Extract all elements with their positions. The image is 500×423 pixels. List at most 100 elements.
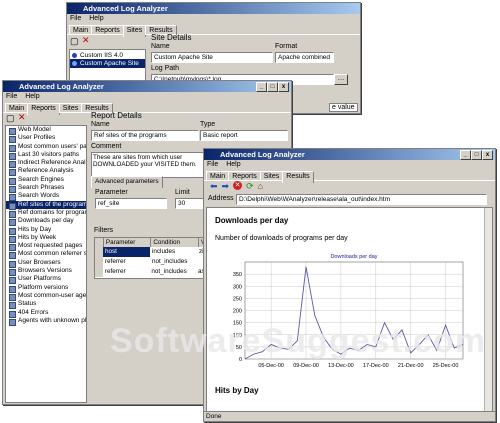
tab-strip: Main Reports Sites Results: [67, 23, 360, 37]
table-row[interactable]: referrer not_includes: [95, 257, 213, 267]
x-tick-label: 25-Dec-00: [433, 363, 459, 369]
list-item[interactable]: User Browsers: [6, 259, 86, 269]
downloads-subtitle: Number of downloads of programs per day: [215, 235, 348, 242]
tab-results[interactable]: Results: [282, 171, 314, 183]
tab-reports[interactable]: Reports: [228, 171, 261, 181]
list-item[interactable]: Indirect Reference Anal...: [6, 159, 86, 169]
menu-file[interactable]: File: [70, 15, 81, 22]
y-tick-label: 350: [233, 272, 242, 278]
list-item[interactable]: Platform versions: [6, 284, 86, 293]
list-item[interactable]: User Platforms: [6, 275, 86, 285]
scrollbar[interactable]: [484, 208, 492, 411]
title-bar[interactable]: Advanced Log Analyzer _ □ x: [3, 81, 291, 92]
home-icon[interactable]: ⌂: [258, 181, 263, 191]
watermark: SoftwareSuggest.com: [110, 322, 487, 360]
list-item[interactable]: Most common referrer sites: [6, 250, 86, 260]
report-name-input[interactable]: Ref sites of the programs: [91, 130, 199, 141]
hits-by-day-heading: Hits by Day: [215, 386, 259, 395]
menu-help[interactable]: Help: [89, 15, 103, 22]
site-name-input[interactable]: Custom Apache Site: [151, 52, 273, 63]
y-tick-label: 300: [233, 284, 242, 290]
tab-sites[interactable]: Sites: [58, 103, 83, 113]
list-item[interactable]: Hits by Day: [6, 226, 86, 235]
filters-table[interactable]: Parameter Condition Valu host includes z…: [94, 237, 214, 279]
list-item[interactable]: Agents with unknown pla...: [6, 317, 86, 327]
title-bar[interactable]: Advanced Log Analyzer _ □ x: [204, 149, 495, 160]
close-button[interactable]: x: [482, 150, 493, 160]
tab-reports[interactable]: Reports: [27, 103, 60, 115]
list-item[interactable]: Search Words: [6, 192, 86, 202]
comment-label: Comment: [91, 143, 122, 150]
refresh-icon[interactable]: ⟳: [246, 181, 254, 191]
comment-textarea[interactable]: These are sites from which user DOWNLOAD…: [91, 152, 219, 178]
add-icon[interactable]: ▢: [6, 113, 15, 124]
back-icon[interactable]: ⬅: [210, 181, 218, 191]
tab-main[interactable]: Main: [69, 25, 93, 35]
table-row[interactable]: host includes zip: [95, 247, 213, 257]
delete-icon[interactable]: ✕: [18, 112, 26, 123]
format-select[interactable]: Apache combined: [275, 52, 334, 63]
tab-strip: Main Reports Sites Results: [3, 101, 291, 115]
tab-advanced-parameters[interactable]: Advanced parameters: [91, 176, 163, 188]
minimize-button[interactable]: _: [256, 82, 267, 92]
minimize-button[interactable]: _: [460, 150, 471, 160]
list-item[interactable]: Ref sites of the programs: [6, 200, 86, 211]
list-item[interactable]: Hits by Week: [6, 234, 86, 244]
parameter-label: Parameter: [95, 189, 128, 196]
stop-icon[interactable]: ✕: [233, 181, 243, 190]
y-tick-label: 250: [233, 296, 242, 302]
forward-icon[interactable]: ➡: [222, 181, 230, 191]
table-row[interactable]: referrer not_includes aside: [95, 267, 213, 277]
add-icon[interactable]: ▢: [70, 36, 79, 47]
address-label: Address: [208, 195, 234, 202]
parameter-select[interactable]: ref_site: [95, 198, 167, 209]
type-label: Type: [200, 121, 216, 128]
close-button[interactable]: x: [278, 82, 289, 92]
list-item[interactable]: Reference Analysis: [6, 167, 86, 177]
tab-reports[interactable]: Reports: [91, 25, 124, 35]
menu-bar: File Help: [204, 160, 495, 169]
y-tick-label: 200: [233, 309, 242, 315]
col-parameter[interactable]: Parameter: [104, 238, 152, 247]
list-item[interactable]: Most common-user agents: [6, 292, 86, 302]
title-bar[interactable]: Advanced Log Analyzer: [67, 3, 360, 14]
results-window: Advanced Log Analyzer _ □ x File Help Ma…: [203, 148, 496, 422]
list-item[interactable]: Search Phrases: [6, 184, 86, 194]
format-label: Format: [275, 43, 298, 50]
list-item[interactable]: Most requested pages: [6, 242, 86, 252]
address-bar[interactable]: D:\Delphi\Web\WAnalyzer\release\ala_out\…: [236, 194, 487, 205]
tab-main[interactable]: Main: [206, 171, 230, 181]
name-label: Name: [91, 121, 110, 128]
list-item[interactable]: Last 30 visitors paths: [6, 151, 86, 161]
report-details-title: Report Details: [91, 111, 142, 120]
list-item[interactable]: 404 Errors: [6, 309, 86, 318]
maximize-button[interactable]: □: [471, 150, 482, 160]
maximize-button[interactable]: □: [267, 82, 278, 92]
x-tick-label: 17-Dec-00: [363, 363, 389, 369]
tab-sites[interactable]: Sites: [122, 25, 147, 37]
delete-icon[interactable]: ✕: [82, 35, 90, 46]
menu-file[interactable]: File: [207, 161, 218, 168]
report-list[interactable]: Web Model User Profiles Most common users'…: [5, 125, 87, 403]
menu-help[interactable]: Help: [226, 161, 240, 168]
list-item[interactable]: Downloads per day: [6, 217, 86, 227]
list-item[interactable]: Search Engines: [6, 176, 86, 186]
site-item[interactable]: Custom Apache Site: [70, 59, 145, 68]
list-item[interactable]: Web Model: [6, 126, 86, 136]
window-title: Advanced Log Analyzer: [220, 150, 305, 159]
list-item[interactable]: Status: [6, 300, 86, 310]
chart-title: Downloads per day: [330, 254, 377, 260]
type-select[interactable]: Basic report: [200, 130, 288, 141]
browse-button[interactable]: …: [334, 74, 348, 85]
list-item[interactable]: Browsers Versions: [6, 267, 86, 277]
list-item[interactable]: User Profiles: [6, 134, 86, 144]
menu-help[interactable]: Help: [25, 93, 39, 100]
menu-file[interactable]: File: [6, 93, 17, 100]
tab-sites[interactable]: Sites: [259, 171, 284, 181]
tab-strip: Main Reports Sites Results: [204, 169, 495, 183]
site-item[interactable]: Custom IIS 4.0: [70, 50, 145, 59]
results-viewer[interactable]: Downloads per day Number of downloads of…: [206, 207, 493, 412]
list-item[interactable]: Ref domains for programs: [6, 209, 86, 219]
col-condition[interactable]: Condition: [151, 238, 199, 247]
list-item[interactable]: Most common users' paths: [6, 143, 86, 152]
